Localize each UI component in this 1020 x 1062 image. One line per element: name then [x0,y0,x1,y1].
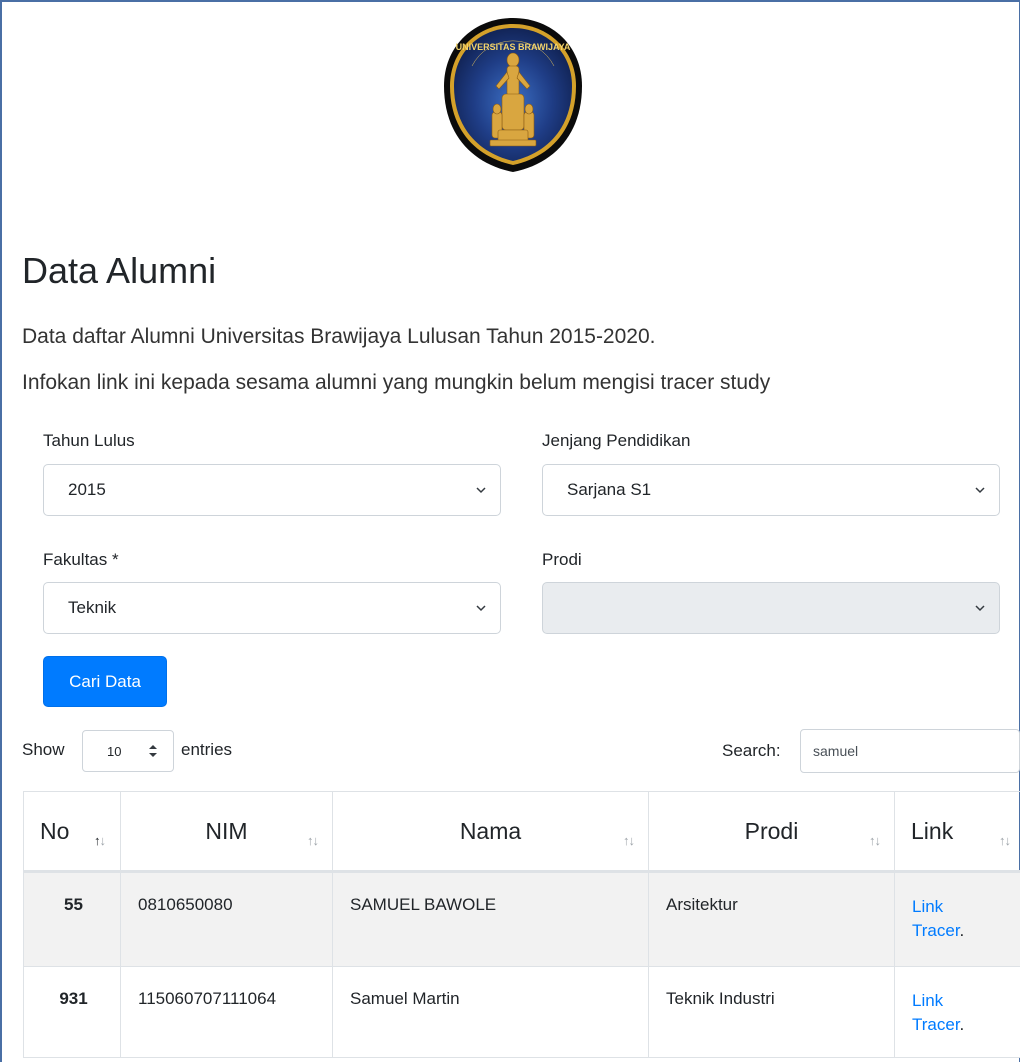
cell-prodi: Teknik Industri [648,966,895,1058]
cell-no: 931 [23,966,121,1058]
chevron-down-icon [975,487,985,494]
cell-nim: 115060707111064 [120,966,333,1058]
cell-prodi: Arsitektur [648,871,895,967]
university-seal-icon: UNIVERSITAS BRAWIJAYA [444,18,582,172]
table-row: 931 115060707111064 Samuel Martin Teknik… [23,966,1020,1058]
sort-icon: ↑↓ [999,833,1011,848]
fakultas-label: Fakultas * [43,550,119,569]
tahun-lulus-label: Tahun Lulus [43,431,135,450]
column-header-no[interactable]: No ↑↓ [23,791,121,873]
cell-nim: 0810650080 [120,871,333,967]
search-value: samuel [813,743,859,759]
page-description-line2: Infokan link ini kepada sesama alumni ya… [22,371,771,394]
prodi-label: Prodi [542,550,582,569]
sort-icon: ↑↓ [623,833,635,848]
fakultas-select[interactable]: Teknik [43,582,501,634]
entries-label: entries [181,740,233,759]
sort-icon: ↑↓ [869,833,881,848]
entries-length-select[interactable]: 10 [82,730,174,772]
link-tracer[interactable]: Link Tracer. [912,895,1006,943]
page-title: Data Alumni [22,250,217,291]
cell-nama: Samuel Martin [332,966,649,1058]
chevron-down-icon [476,605,486,612]
jenjang-pendidikan-select[interactable]: Sarjana S1 [542,464,1000,516]
tahun-lulus-value: 2015 [68,480,106,499]
jenjang-pendidikan-label: Jenjang Pendidikan [542,431,691,450]
alumni-table: No ↑↓ NIM ↑↓ Nama ↑↓ Prodi ↑↓ Link ↑↓ 55… [23,791,1020,1058]
table-search-input[interactable]: samuel [800,729,1020,773]
column-header-nama[interactable]: Nama ↑↓ [332,791,649,873]
jenjang-pendidikan-value: Sarjana S1 [567,480,652,499]
link-tracer[interactable]: Link Tracer. [912,989,1006,1037]
chevron-down-icon [476,487,486,494]
column-header-nim[interactable]: NIM ↑↓ [120,791,333,873]
cell-link: Link Tracer. [894,871,1020,967]
entries-length-value: 10 [107,743,122,759]
search-label: Search: [722,741,781,760]
table-row: 55 0810650080 SAMUEL BAWOLE Arsitektur L… [23,871,1020,967]
cell-link: Link Tracer. [894,966,1020,1058]
column-header-prodi[interactable]: Prodi ↑↓ [648,791,895,873]
sort-updown-icon [149,745,157,757]
cell-nama: SAMUEL BAWOLE [332,871,649,967]
cari-data-button[interactable]: Cari Data [43,656,167,707]
page-frame: UNIVERSITAS BRAWIJAYA Data Alumni Data d… [0,0,1020,1062]
cell-no: 55 [23,871,121,967]
column-header-link[interactable]: Link ↑↓ [894,791,1020,873]
fakultas-value: Teknik [68,598,117,617]
seal-text: UNIVERSITAS BRAWIJAYA [456,42,571,52]
show-label: Show [22,740,65,759]
page-description-line1: Data daftar Alumni Universitas Brawijaya… [22,325,656,348]
university-seal-logo: UNIVERSITAS BRAWIJAYA [442,16,584,174]
sort-asc-icon: ↑↓ [94,833,106,848]
chevron-down-icon [975,605,985,612]
sort-icon: ↑↓ [307,833,319,848]
table-header-row: No ↑↓ NIM ↑↓ Nama ↑↓ Prodi ↑↓ Link ↑↓ [23,791,1020,873]
tahun-lulus-select[interactable]: 2015 [43,464,501,516]
prodi-select[interactable] [542,582,1000,634]
